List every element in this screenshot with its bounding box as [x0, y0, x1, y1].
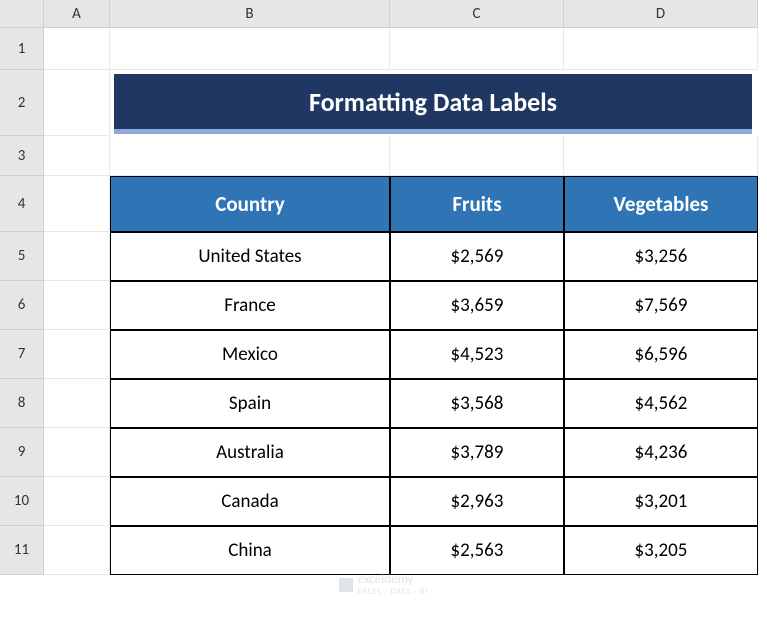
cell-a8[interactable]	[44, 379, 110, 428]
table-row-fruits[interactable]: $3,789	[390, 428, 564, 477]
col-header-d[interactable]: D	[564, 0, 758, 28]
watermark-text: exceldemy EXCEL · DATA · BI	[358, 572, 429, 597]
cell-a5[interactable]	[44, 232, 110, 281]
table-row-vegetables[interactable]: $3,201	[564, 477, 758, 526]
table-row-vegetables[interactable]: $4,236	[564, 428, 758, 477]
row-header-11[interactable]: 11	[0, 526, 44, 575]
table-row-vegetables[interactable]: $7,569	[564, 281, 758, 330]
table-row-fruits[interactable]: $2,963	[390, 477, 564, 526]
table-row-fruits[interactable]: $3,659	[390, 281, 564, 330]
watermark: exceldemy EXCEL · DATA · BI	[339, 572, 429, 597]
title-banner[interactable]: Formatting Data Labels	[114, 74, 752, 134]
row-header-9[interactable]: 9	[0, 428, 44, 477]
row-header-5[interactable]: 5	[0, 232, 44, 281]
row-header-10[interactable]: 10	[0, 477, 44, 526]
row-header-3[interactable]: 3	[0, 136, 44, 176]
watermark-icon	[339, 578, 353, 592]
cell-a4[interactable]	[44, 176, 110, 232]
row-header-8[interactable]: 8	[0, 379, 44, 428]
table-row-country[interactable]: Australia	[110, 428, 390, 477]
col-header-b[interactable]: B	[110, 0, 390, 28]
table-row-country[interactable]: Mexico	[110, 330, 390, 379]
row-header-2[interactable]: 2	[0, 70, 44, 136]
cell-b3[interactable]	[110, 136, 390, 176]
table-row-country[interactable]: United States	[110, 232, 390, 281]
cell-a11[interactable]	[44, 526, 110, 575]
cell-c1[interactable]	[390, 28, 564, 70]
row-header-1[interactable]: 1	[0, 28, 44, 70]
cell-a7[interactable]	[44, 330, 110, 379]
table-row-fruits[interactable]: $2,569	[390, 232, 564, 281]
table-row-fruits[interactable]: $2,563	[390, 526, 564, 575]
cell-a2[interactable]	[44, 70, 110, 136]
table-row-fruits[interactable]: $4,523	[390, 330, 564, 379]
table-row-country[interactable]: China	[110, 526, 390, 575]
table-header-country[interactable]: Country	[110, 176, 390, 232]
select-all-corner[interactable]	[0, 0, 44, 28]
cell-d3[interactable]	[564, 136, 758, 176]
table-row-country[interactable]: Canada	[110, 477, 390, 526]
col-header-c[interactable]: C	[390, 0, 564, 28]
table-row-country[interactable]: Spain	[110, 379, 390, 428]
table-row-fruits[interactable]: $3,568	[390, 379, 564, 428]
table-row-vegetables[interactable]: $4,562	[564, 379, 758, 428]
row-header-7[interactable]: 7	[0, 330, 44, 379]
watermark-tagline: EXCEL · DATA · BI	[358, 587, 429, 597]
spreadsheet-grid: A B C D 1 2 Formatting Data Labels 3 4 C…	[0, 0, 767, 575]
cell-a9[interactable]	[44, 428, 110, 477]
cell-a10[interactable]	[44, 477, 110, 526]
row-header-4[interactable]: 4	[0, 176, 44, 232]
table-header-vegetables[interactable]: Vegetables	[564, 176, 758, 232]
cell-a1[interactable]	[44, 28, 110, 70]
row-header-6[interactable]: 6	[0, 281, 44, 330]
cell-a6[interactable]	[44, 281, 110, 330]
cell-c3[interactable]	[390, 136, 564, 176]
cell-b1[interactable]	[110, 28, 390, 70]
table-row-vegetables[interactable]: $3,205	[564, 526, 758, 575]
col-header-a[interactable]: A	[44, 0, 110, 28]
cell-d1[interactable]	[564, 28, 758, 70]
cell-a3[interactable]	[44, 136, 110, 176]
table-row-vegetables[interactable]: $6,596	[564, 330, 758, 379]
table-row-country[interactable]: France	[110, 281, 390, 330]
table-header-fruits[interactable]: Fruits	[390, 176, 564, 232]
table-row-vegetables[interactable]: $3,256	[564, 232, 758, 281]
